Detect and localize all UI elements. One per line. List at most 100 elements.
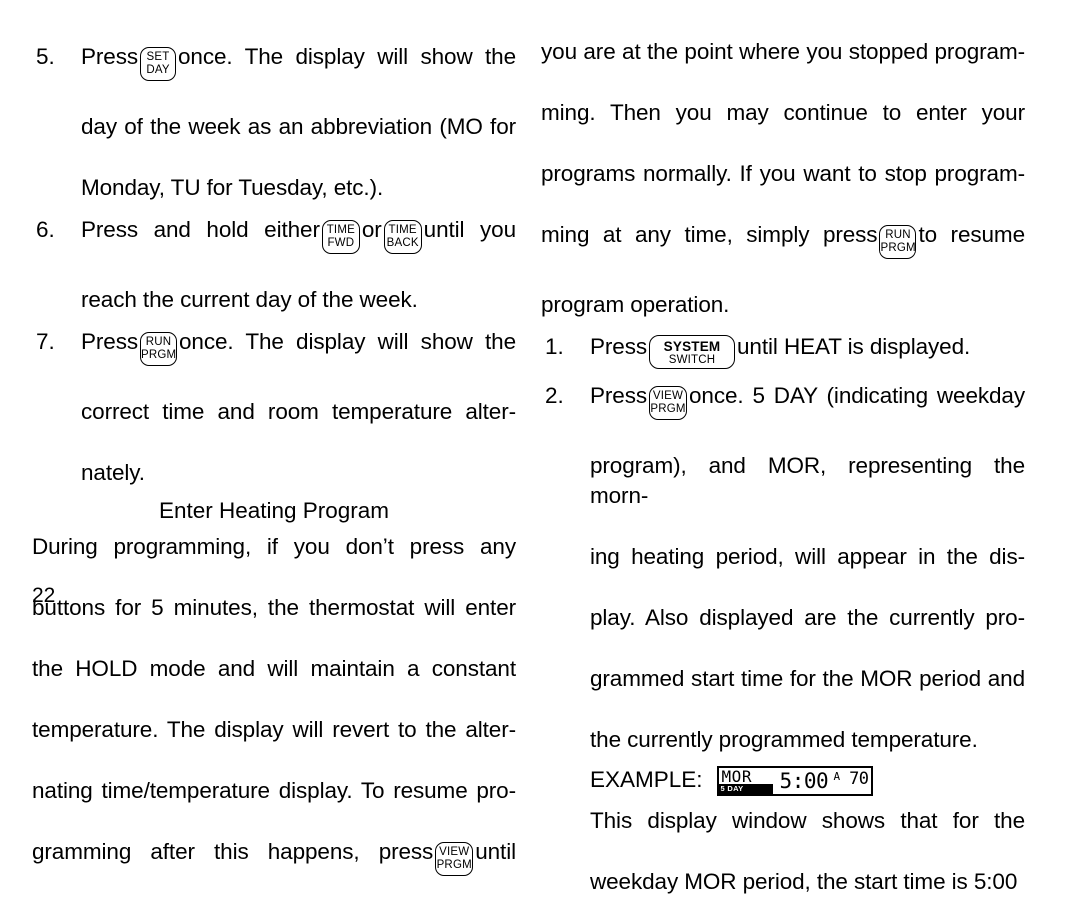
heating-program-paragraph: During programming, if you don’t press a… [32, 532, 516, 906]
view-prgm-key-line2: PRGM [436, 859, 472, 872]
set-day-key-line1: SET [141, 51, 175, 64]
system-switch-key-line2: SWITCH [650, 354, 734, 367]
body-line-1: During programming, if you don’t press a… [32, 532, 516, 593]
step5-text-a: Press [81, 44, 138, 69]
system-switch-key[interactable]: SYSTEMSWITCH [649, 335, 735, 369]
cont-line-5: program operation. [541, 290, 1025, 321]
lcd-time-text: 5:00 [780, 769, 829, 793]
time-back-key-line1: TIME [385, 224, 421, 237]
body-line-3: the HOLD mode and will maintain a consta… [32, 654, 516, 715]
run-prgm-key-line1: RUN [880, 229, 915, 242]
closing-line-1: This display window shows that for the [590, 806, 1025, 867]
step1-text-a: Press [590, 334, 647, 359]
view-prgm-key[interactable]: VIEWPRGM [435, 842, 473, 876]
list-item-step-6: 6. Press and hold eitherTIMEFWDorTIMEBAC… [32, 215, 516, 315]
lcd-temperature-text: 70 [849, 770, 868, 789]
step2-line-4: play. Also displayed are the currently p… [590, 603, 1025, 664]
step-line-1: PressSETDAYonce. The display will show t… [81, 42, 516, 112]
step-body: PressSYSTEMSWITCHuntil HEAT is displayed… [590, 332, 1025, 369]
time-fwd-key[interactable]: TIMEFWD [322, 220, 360, 254]
time-fwd-key-line1: TIME [323, 224, 359, 237]
time-back-key-line2: BACK [385, 237, 421, 250]
lcd-ampm-indicator: A [834, 771, 841, 783]
cont-line4-text-a: ming at any time, simply press [541, 222, 877, 247]
run-prgm-key-line2: PRGM [141, 349, 176, 362]
step5-line-3: Monday, TU for Tuesday, etc.). [81, 173, 516, 204]
closing-paragraph-wrapper: This display window shows that for the w… [541, 806, 1025, 898]
step-body: PressSETDAYonce. The display will show t… [81, 42, 516, 203]
step2-line-5: grammed start time for the MOR period an… [590, 664, 1025, 725]
lcd-day-band: 5 DAY [719, 784, 773, 794]
example-row: EXAMPLE: MOR 5 DAY 5:00 A 70 [590, 762, 1025, 800]
step2-line-1: PressVIEWPRGMonce. 5 DAY (indicating wee… [590, 381, 1025, 451]
step1-line-1: PressSYSTEMSWITCHuntil HEAT is displayed… [590, 332, 1025, 369]
step7-text-b: once. The display will show the [179, 329, 516, 354]
view-prgm-key[interactable]: VIEWPRGM [649, 386, 687, 420]
step-number: 6. [36, 215, 55, 246]
step-number: 5. [36, 42, 55, 73]
cont-line-3: programs normally. If you want to stop p… [541, 159, 1025, 220]
cont-line4-text-b: to resume [918, 222, 1025, 247]
step2-line-3: ing heating period, will appear in the d… [590, 542, 1025, 603]
body-line6-text-a: gramming after this happens, press [32, 839, 433, 864]
view-prgm-key-line2: PRGM [650, 403, 686, 416]
step7-line-2: correct time and room temperature alter- [81, 397, 516, 458]
step-number: 7. [36, 327, 55, 358]
body-line-6: gramming after this happens, pressVIEWPR… [32, 837, 516, 906]
closing-paragraph: This display window shows that for the w… [590, 806, 1025, 898]
step6-text-c: until you [424, 217, 516, 242]
time-fwd-key-line2: FWD [323, 237, 359, 250]
system-switch-key-line1: SYSTEM [650, 340, 734, 354]
list-item-step-5: 5. PressSETDAYonce. The display will sho… [32, 42, 516, 203]
step-body: Press and hold eitherTIMEFWDorTIMEBACKun… [81, 215, 516, 315]
body-line-2: buttons for 5 minutes, the thermostat wi… [32, 593, 516, 654]
run-prgm-key[interactable]: RUNPRGM [140, 332, 177, 366]
cont-line-1: you are at the point where you stopped p… [541, 37, 1025, 98]
example-label: EXAMPLE: [590, 765, 703, 796]
lcd-left-section: MOR 5 DAY [719, 768, 777, 794]
view-prgm-key-line1: VIEW [436, 846, 472, 859]
step6-text-b: or [362, 217, 382, 242]
view-prgm-key-line1: VIEW [650, 390, 686, 403]
time-back-key[interactable]: TIMEBACK [384, 220, 422, 254]
step6-text-a: Press and hold either [81, 217, 320, 242]
cont-line-2: ming. Then you may continue to enter you… [541, 98, 1025, 159]
step2-line-2: program), and MOR, representing the morn… [590, 451, 1025, 543]
page-number: 22 [32, 583, 55, 609]
step6-line-1: Press and hold eitherTIMEFWDorTIMEBACKun… [81, 215, 516, 285]
cont-line-4: ming at any time, simply pressRUNPRGMto … [541, 220, 1025, 290]
step2-text-a: Press [590, 383, 647, 408]
manual-page: 5. PressSETDAYonce. The display will sho… [0, 0, 1080, 623]
list-item-step-7: 7. PressRUNPRGMonce. The display will sh… [32, 327, 516, 488]
set-day-key-line2: DAY [141, 64, 175, 77]
step-number: 1. [545, 332, 564, 363]
right-column: you are at the point where you stopped p… [541, 0, 1025, 897]
example-row-wrapper: EXAMPLE: MOR 5 DAY 5:00 A 70 [541, 762, 1025, 800]
step-body: PressRUNPRGMonce. The display will show … [81, 327, 516, 488]
step5-line-2: day of the week as an abbreviation (MO f… [81, 112, 516, 173]
run-prgm-key[interactable]: RUNPRGM [879, 225, 916, 259]
set-day-key[interactable]: SETDAY [140, 47, 176, 81]
step7-line-3: nately. [81, 458, 516, 489]
left-column: 5. PressSETDAYonce. The display will sho… [32, 0, 516, 906]
closing-line-2: weekday MOR period, the start time is 5:… [590, 867, 1025, 898]
continuation-paragraph: you are at the point where you stopped p… [541, 37, 1025, 320]
body-line-4: temperature. The display will revert to … [32, 715, 516, 776]
body-line6-text-b: until [475, 839, 516, 864]
run-prgm-key-line2: PRGM [880, 242, 915, 255]
lcd-display: MOR 5 DAY 5:00 A 70 [717, 766, 873, 796]
lcd-right-section: 5:00 A 70 [777, 768, 871, 794]
body-line-5: nating time/temperature display. To resu… [32, 776, 516, 837]
section-heading: Enter Heating Program [32, 496, 516, 527]
step2-line-6: the currently programmed temperature. [590, 725, 1025, 756]
list-item-step-1: 1. PressSYSTEMSWITCHuntil HEAT is displa… [541, 332, 1025, 369]
lcd-mode-text: MOR [722, 768, 752, 785]
step7-text-a: Press [81, 329, 138, 354]
step6-line-2: reach the current day of the week. [81, 285, 516, 316]
run-prgm-key-line1: RUN [141, 336, 176, 349]
list-item-step-2: 2. PressVIEWPRGMonce. 5 DAY (indicating … [541, 381, 1025, 756]
step-number: 2. [545, 381, 564, 412]
step-body: PressVIEWPRGMonce. 5 DAY (indicating wee… [590, 381, 1025, 756]
step2-text-b: once. 5 DAY (indicating weekday [689, 383, 1025, 408]
step5-text-b: once. The display will show the [178, 44, 516, 69]
